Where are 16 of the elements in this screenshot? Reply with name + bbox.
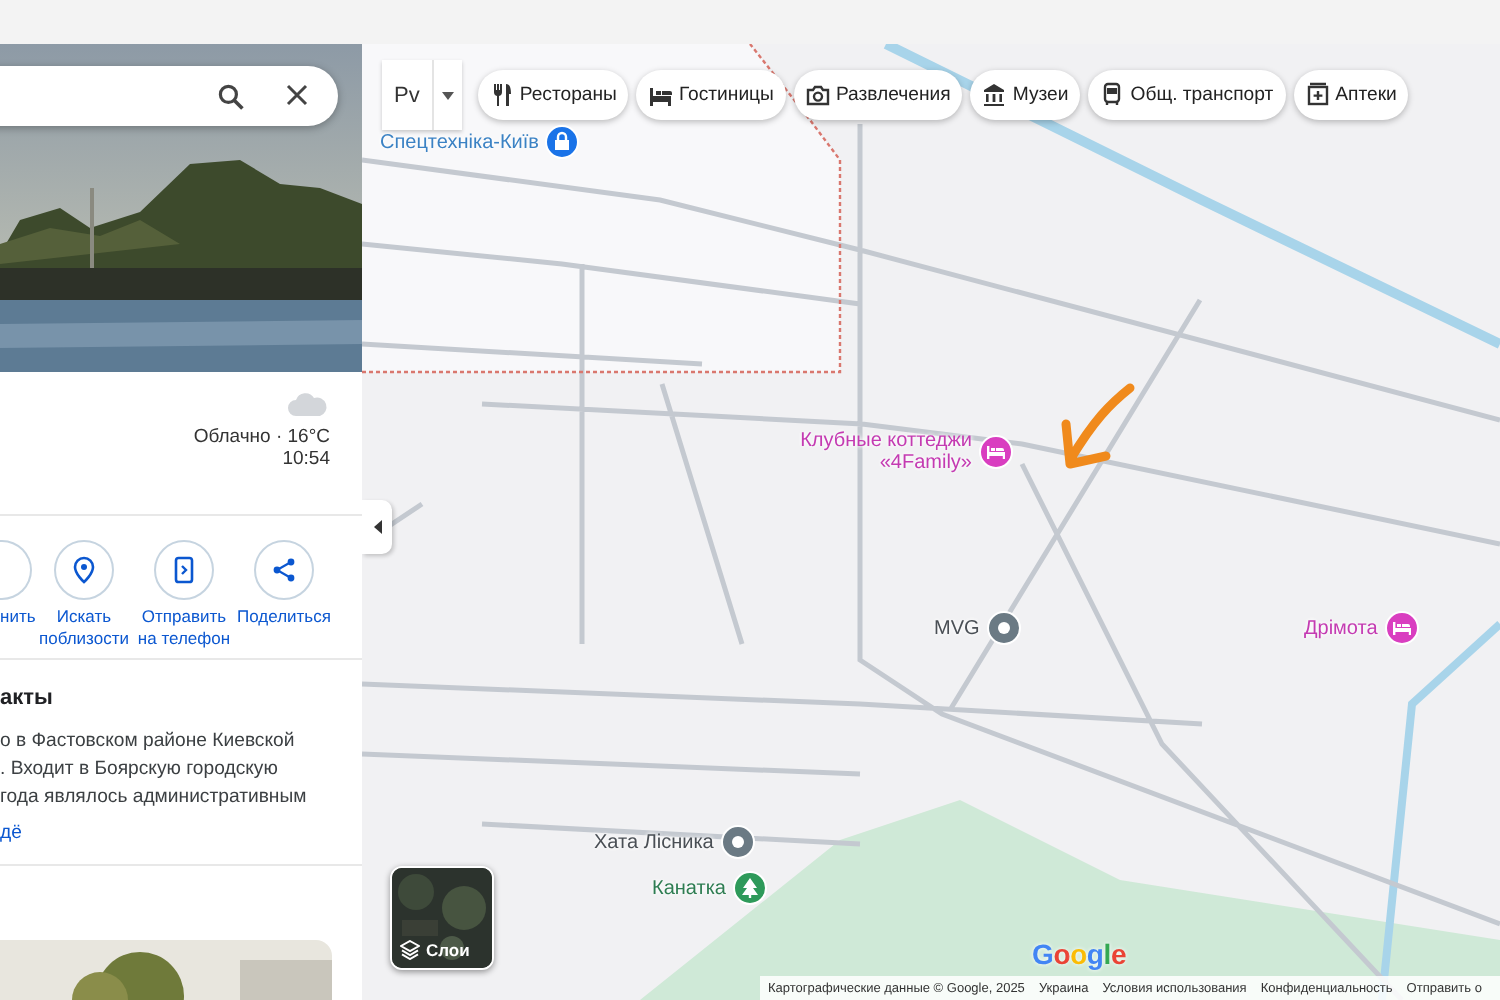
action-label[interactable]: нить: [0, 606, 36, 628]
section-heading: акты: [0, 684, 55, 712]
pin-icon: [70, 556, 98, 584]
action-button[interactable]: [154, 540, 214, 600]
action-label[interactable]: Отправить на телефон: [134, 606, 234, 650]
action-label[interactable]: Поделиться: [237, 606, 331, 628]
action-label[interactable]: Искать поблизости: [34, 606, 134, 650]
phone-icon: [170, 556, 198, 584]
action-button[interactable]: [254, 540, 314, 600]
description-text: о в Фастовском районе Киевской . Входит в Боярскую городскую года являлось административным: [0, 728, 309, 812]
weather-condition: Облачно · 16°C: [193, 426, 330, 448]
more-link[interactable]: дё: [0, 820, 22, 848]
share-icon: [270, 556, 298, 584]
action-button[interactable]: [54, 540, 114, 600]
local-time: 10:54: [282, 448, 330, 470]
cloud-icon: [286, 392, 330, 418]
